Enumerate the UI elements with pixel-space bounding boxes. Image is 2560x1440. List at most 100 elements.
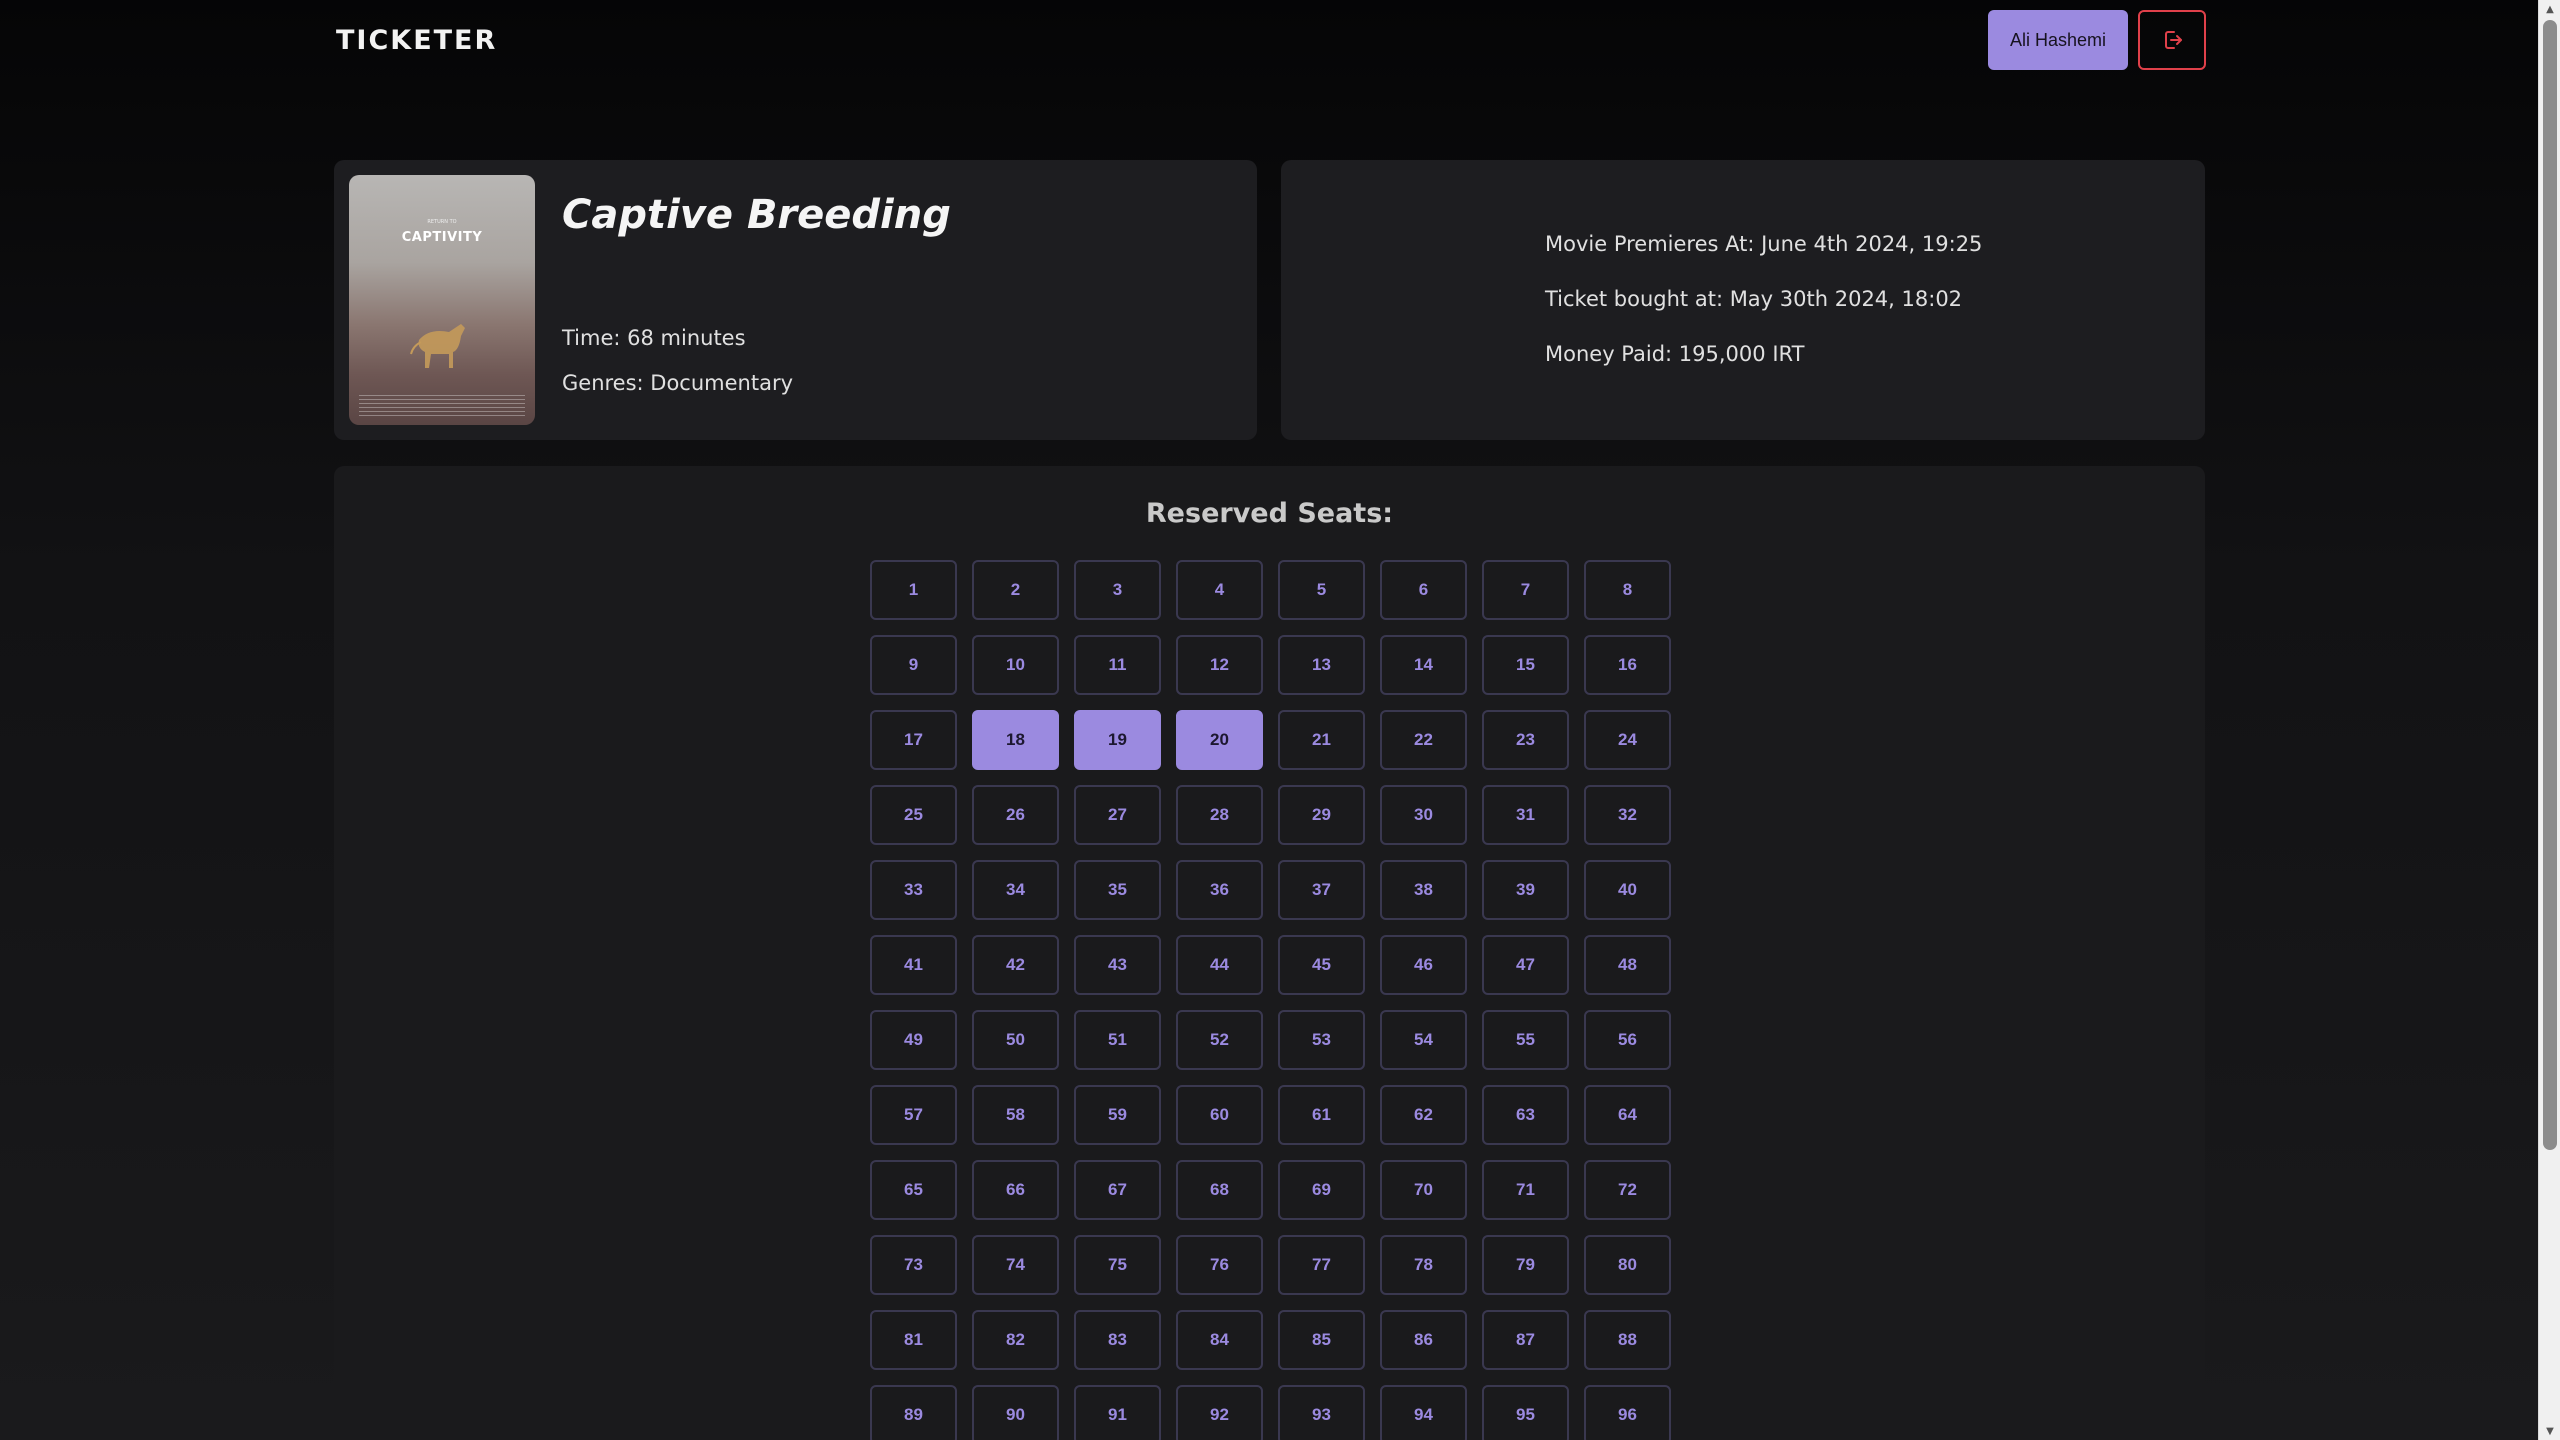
- seat-button[interactable]: 50: [972, 1010, 1059, 1070]
- seat-button[interactable]: 34: [972, 860, 1059, 920]
- vertical-scrollbar[interactable]: ▲ ▼: [2538, 0, 2560, 1440]
- seat-button[interactable]: 49: [870, 1010, 957, 1070]
- seat-button[interactable]: 60: [1176, 1085, 1263, 1145]
- seat-button[interactable]: 1: [870, 560, 957, 620]
- seat-button[interactable]: 42: [972, 935, 1059, 995]
- seat-button[interactable]: 13: [1278, 635, 1365, 695]
- seat-button[interactable]: 85: [1278, 1310, 1365, 1370]
- seat-button[interactable]: 79: [1482, 1235, 1569, 1295]
- seat-button[interactable]: 71: [1482, 1160, 1569, 1220]
- seat-button[interactable]: 66: [972, 1160, 1059, 1220]
- seat-button[interactable]: 78: [1380, 1235, 1467, 1295]
- seat-button[interactable]: 9: [870, 635, 957, 695]
- seat-button[interactable]: 65: [870, 1160, 957, 1220]
- seat-button[interactable]: 51: [1074, 1010, 1161, 1070]
- seat-button[interactable]: 80: [1584, 1235, 1671, 1295]
- seat-button[interactable]: 17: [870, 710, 957, 770]
- seat-button[interactable]: 72: [1584, 1160, 1671, 1220]
- seat-button[interactable]: 81: [870, 1310, 957, 1370]
- seat-button[interactable]: 67: [1074, 1160, 1161, 1220]
- seat-button[interactable]: 28: [1176, 785, 1263, 845]
- seat-button[interactable]: 43: [1074, 935, 1161, 995]
- seat-button[interactable]: 82: [972, 1310, 1059, 1370]
- user-profile-button[interactable]: Ali Hashemi: [1987, 10, 2128, 70]
- seat-button[interactable]: 94: [1380, 1385, 1467, 1440]
- seat-button[interactable]: 3: [1074, 560, 1161, 620]
- seat-button[interactable]: 27: [1074, 785, 1161, 845]
- seat-button[interactable]: 16: [1584, 635, 1671, 695]
- seat-button[interactable]: 4: [1176, 560, 1263, 620]
- seat-button[interactable]: 88: [1584, 1310, 1671, 1370]
- seat-button[interactable]: 23: [1482, 710, 1569, 770]
- seat-button[interactable]: 62: [1380, 1085, 1467, 1145]
- seat-button[interactable]: 59: [1074, 1085, 1161, 1145]
- seat-button[interactable]: 64: [1584, 1085, 1671, 1145]
- seat-button[interactable]: 61: [1278, 1085, 1365, 1145]
- seat-button[interactable]: 36: [1176, 860, 1263, 920]
- seat-button[interactable]: 73: [870, 1235, 957, 1295]
- scroll-down-arrow-icon[interactable]: ▼: [2539, 1422, 2560, 1440]
- seat-button[interactable]: 44: [1176, 935, 1263, 995]
- seat-button[interactable]: 33: [870, 860, 957, 920]
- seat-button[interactable]: 45: [1278, 935, 1365, 995]
- seat-button[interactable]: 93: [1278, 1385, 1365, 1440]
- seat-button[interactable]: 84: [1176, 1310, 1263, 1370]
- seat-button[interactable]: 29: [1278, 785, 1365, 845]
- seat-button[interactable]: 25: [870, 785, 957, 845]
- seat-button[interactable]: 57: [870, 1085, 957, 1145]
- seat-button[interactable]: 52: [1176, 1010, 1263, 1070]
- seat-button[interactable]: 35: [1074, 860, 1161, 920]
- seat-button[interactable]: 12: [1176, 635, 1263, 695]
- seat-button[interactable]: 77: [1278, 1235, 1365, 1295]
- seat-button[interactable]: 8: [1584, 560, 1671, 620]
- seat-button[interactable]: 96: [1584, 1385, 1671, 1440]
- seat-button[interactable]: 95: [1482, 1385, 1569, 1440]
- seat-button[interactable]: 24: [1584, 710, 1671, 770]
- seat-button[interactable]: 89: [870, 1385, 957, 1440]
- seat-button[interactable]: 14: [1380, 635, 1467, 695]
- seat-button[interactable]: 5: [1278, 560, 1365, 620]
- seat-button[interactable]: 41: [870, 935, 957, 995]
- logout-button[interactable]: [2138, 10, 2206, 70]
- scroll-up-arrow-icon[interactable]: ▲: [2539, 0, 2560, 18]
- seat-button[interactable]: 70: [1380, 1160, 1467, 1220]
- seat-button[interactable]: 39: [1482, 860, 1569, 920]
- seat-button[interactable]: 38: [1380, 860, 1467, 920]
- seat-button[interactable]: 55: [1482, 1010, 1569, 1070]
- seat-button[interactable]: 75: [1074, 1235, 1161, 1295]
- seat-button[interactable]: 54: [1380, 1010, 1467, 1070]
- seat-button[interactable]: 20: [1176, 710, 1263, 770]
- seat-button[interactable]: 18: [972, 710, 1059, 770]
- seat-button[interactable]: 53: [1278, 1010, 1365, 1070]
- seat-button[interactable]: 10: [972, 635, 1059, 695]
- seat-button[interactable]: 6: [1380, 560, 1467, 620]
- seat-button[interactable]: 87: [1482, 1310, 1569, 1370]
- seat-button[interactable]: 32: [1584, 785, 1671, 845]
- seat-button[interactable]: 40: [1584, 860, 1671, 920]
- seat-button[interactable]: 83: [1074, 1310, 1161, 1370]
- scrollbar-thumb[interactable]: [2543, 20, 2557, 1150]
- seat-button[interactable]: 47: [1482, 935, 1569, 995]
- seat-button[interactable]: 7: [1482, 560, 1569, 620]
- seat-button[interactable]: 30: [1380, 785, 1467, 845]
- seat-button[interactable]: 2: [972, 560, 1059, 620]
- seat-button[interactable]: 22: [1380, 710, 1467, 770]
- seat-button[interactable]: 76: [1176, 1235, 1263, 1295]
- seat-button[interactable]: 15: [1482, 635, 1569, 695]
- seat-button[interactable]: 11: [1074, 635, 1161, 695]
- seat-button[interactable]: 56: [1584, 1010, 1671, 1070]
- seat-button[interactable]: 31: [1482, 785, 1569, 845]
- ticketer-logo[interactable]: TICKETER: [336, 25, 497, 56]
- seat-button[interactable]: 37: [1278, 860, 1365, 920]
- seat-button[interactable]: 74: [972, 1235, 1059, 1295]
- seat-button[interactable]: 92: [1176, 1385, 1263, 1440]
- seat-button[interactable]: 63: [1482, 1085, 1569, 1145]
- seat-button[interactable]: 19: [1074, 710, 1161, 770]
- seat-button[interactable]: 48: [1584, 935, 1671, 995]
- seat-button[interactable]: 21: [1278, 710, 1365, 770]
- seat-button[interactable]: 58: [972, 1085, 1059, 1145]
- seat-button[interactable]: 90: [972, 1385, 1059, 1440]
- seat-button[interactable]: 68: [1176, 1160, 1263, 1220]
- seat-button[interactable]: 26: [972, 785, 1059, 845]
- seat-button[interactable]: 46: [1380, 935, 1467, 995]
